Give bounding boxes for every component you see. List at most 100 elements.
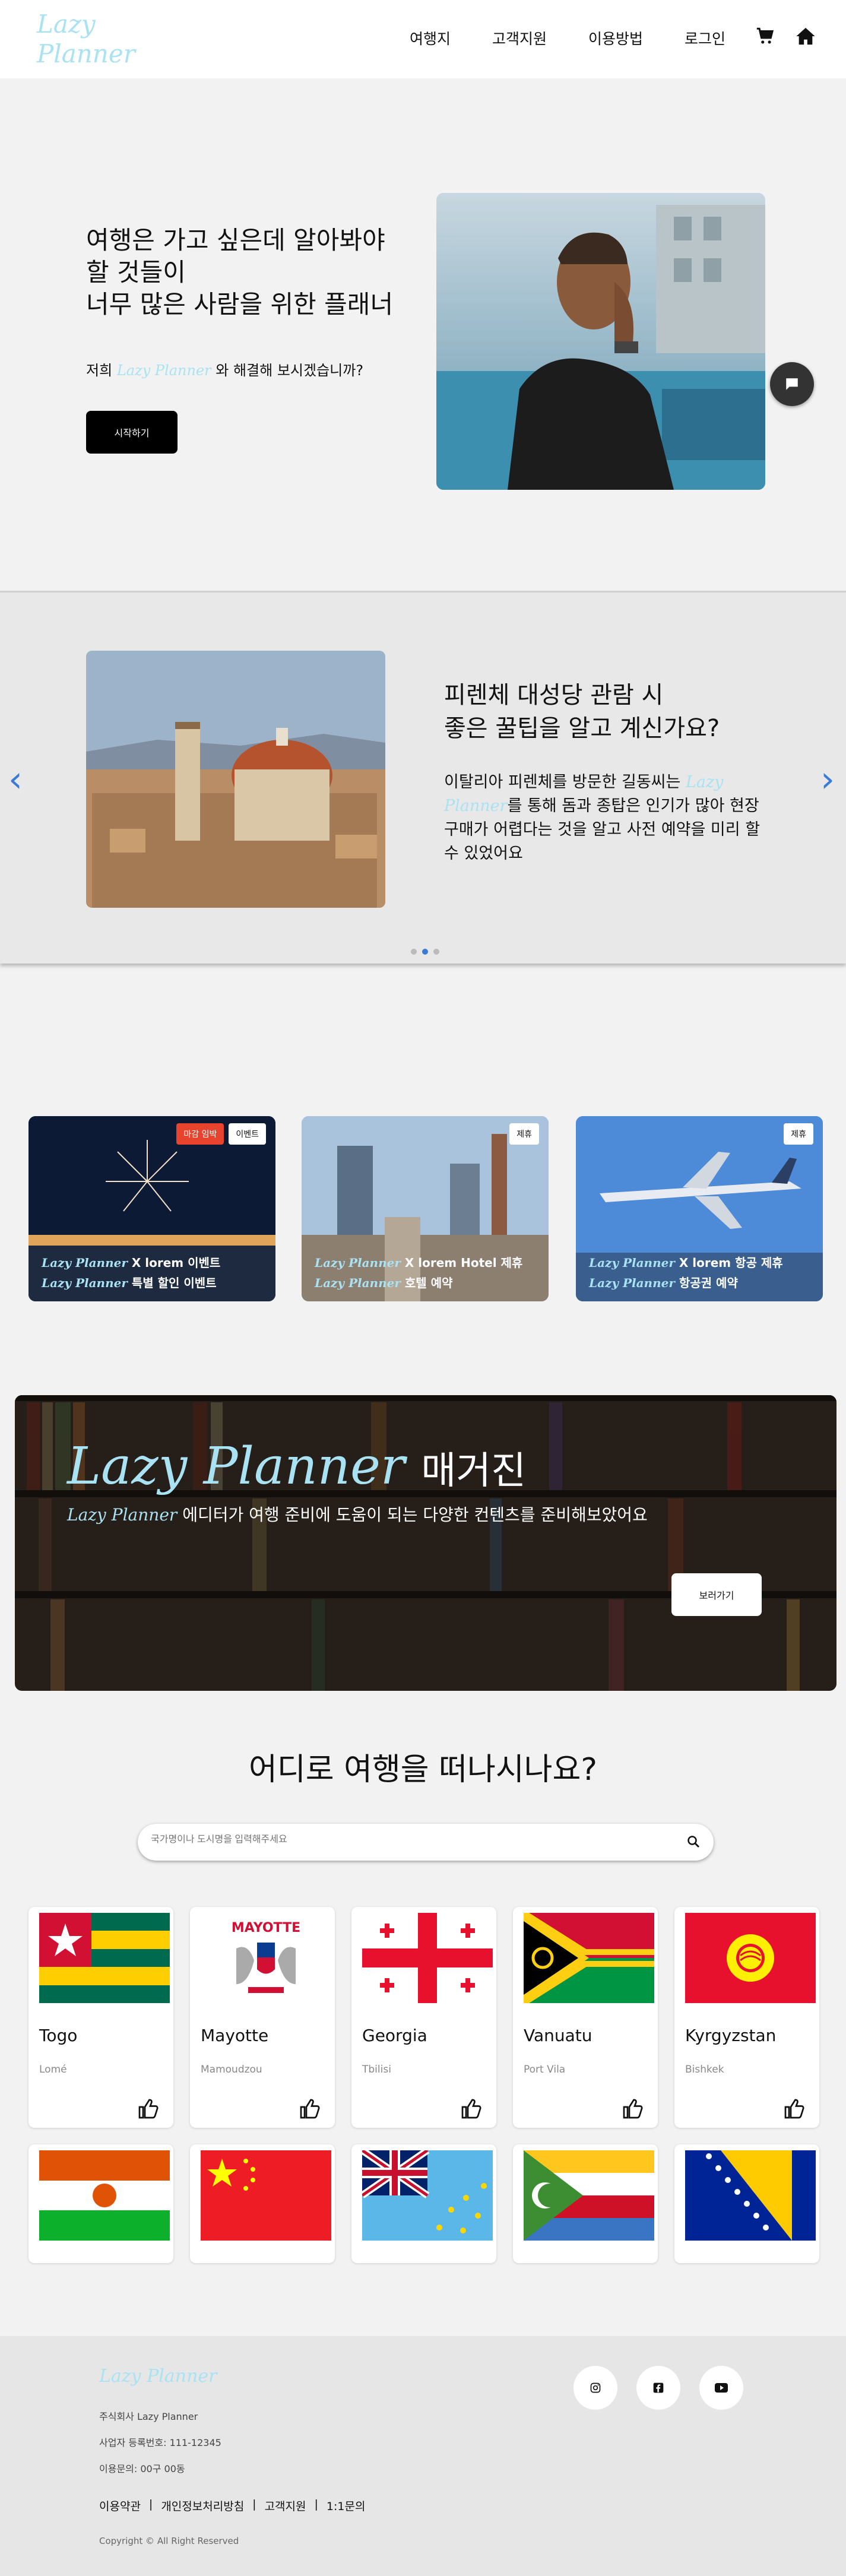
partner-tag: 제휴: [784, 1123, 813, 1145]
country-card[interactable]: Kyrgyzstan Bishkek: [674, 1907, 819, 2128]
nav-support[interactable]: 고객지원: [492, 27, 547, 49]
carousel-next-arrow[interactable]: ›: [820, 759, 835, 800]
footer-link-terms[interactable]: 이용약관: [99, 2498, 141, 2514]
carousel-prev-arrow[interactable]: ‹: [8, 759, 23, 800]
magazine-banner: Lazy Planner 매거진 Lazy Planner 에디터가 여행 준비…: [15, 1395, 837, 1691]
country-card[interactable]: Georgia Tbilisi: [351, 1907, 496, 2128]
footer-company: 주식회사 Lazy Planner: [99, 2411, 198, 2422]
country-card[interactable]: Togo Lomé: [28, 1907, 173, 2128]
search-bar: [138, 1824, 714, 1861]
facebook-icon: [653, 2382, 664, 2393]
country-card[interactable]: Vanuatu Port Vila: [513, 1907, 658, 2128]
tuvalu-flag: [362, 2150, 493, 2241]
country-capital: Tbilisi: [362, 2064, 391, 2076]
hero-subtitle: 저희 Lazy Planner 와 해결해 보시겠습니까?: [86, 359, 363, 379]
card-line: X lorem Hotel 제휴: [404, 1256, 523, 1270]
card-tags: 마감 임박 이벤트: [176, 1123, 266, 1145]
footer-link-inquiry[interactable]: 1:1문의: [327, 2498, 366, 2514]
country-card[interactable]: MAYOTTE Mayotte Mamoudzou: [190, 1907, 335, 2128]
carousel-dot[interactable]: [411, 949, 417, 955]
header: Lazy Planner 여행지 고객지원 이용방법 로그인: [0, 0, 846, 78]
vanuatu-flag: [524, 1913, 654, 2003]
country-name: Vanuatu: [524, 2026, 592, 2045]
partner-tag: 제휴: [509, 1123, 539, 1145]
carousel-dot[interactable]: [433, 949, 439, 955]
event-tag: 이벤트: [229, 1123, 266, 1145]
chat-button[interactable]: [770, 362, 814, 406]
footer-link-privacy[interactable]: 개인정보처리방침: [161, 2498, 244, 2514]
instagram-button[interactable]: [573, 2366, 617, 2410]
search-icon[interactable]: [686, 1834, 701, 1849]
logo[interactable]: Lazy Planner: [37, 9, 167, 69]
card-line: X lorem 이벤트: [131, 1256, 221, 1270]
nav-destinations[interactable]: 여행지: [410, 27, 451, 49]
footer: Lazy Planner 주식회사 Lazy Planner 사업자 등록번호:…: [0, 2336, 846, 2576]
kyrgyzstan-flag: [685, 1913, 816, 2003]
china-flag: [201, 2150, 331, 2241]
hero-sub-prefix: 저희: [86, 362, 113, 379]
country-card[interactable]: [28, 2144, 173, 2263]
card-line: 항공권 예약: [679, 1276, 738, 1290]
nav-how-to[interactable]: 이용방법: [588, 27, 643, 49]
youtube-icon: [715, 2383, 728, 2393]
carousel: 피렌체 대성당 관람 시 좋은 꿀팁을 알고 계신가요? 이탈리아 피렌체를 방…: [0, 591, 846, 964]
facebook-button[interactable]: [636, 2366, 680, 2410]
magazine-title: Lazy Planner 매거진: [67, 1437, 526, 1501]
country-name: Kyrgyzstan: [685, 2026, 777, 2045]
country-name: Mayotte: [201, 2026, 269, 2045]
togo-flag: [39, 1913, 170, 2003]
country-capital: Lomé: [39, 2064, 67, 2076]
carousel-title: 피렌체 대성당 관람 시 좋은 꿀팁을 알고 계신가요?: [444, 679, 777, 745]
footer-logo[interactable]: Lazy Planner: [99, 2366, 217, 2387]
card-caption: Lazy Planner X lorem 항공 제휴 Lazy Planner …: [589, 1253, 783, 1293]
country-capital: Port Vila: [524, 2064, 566, 2076]
hero-title-line: 할 것들이: [86, 258, 186, 287]
footer-copyright: Copyright © All Right Reserved: [99, 2536, 239, 2546]
comoros-flag: [524, 2150, 654, 2241]
promo-card-flight[interactable]: 제휴 Lazy Planner X lorem 항공 제휴 Lazy Plann…: [576, 1116, 823, 1301]
country-card[interactable]: [190, 2144, 335, 2263]
magazine-brand: Lazy Planner: [67, 1437, 405, 1496]
promo-card-hotel[interactable]: 제휴 Lazy Planner X lorem Hotel 제휴 Lazy Pl…: [302, 1116, 549, 1301]
deadline-tag: 마감 임박: [176, 1123, 224, 1145]
carousel-dots: [411, 949, 439, 955]
card-tags: 제휴: [509, 1123, 539, 1145]
country-card[interactable]: [674, 2144, 819, 2263]
country-capital: Mamoudzou: [201, 2064, 262, 2076]
carousel-dot[interactable]: [422, 949, 428, 955]
cart-icon[interactable]: [755, 26, 775, 46]
card-brand: Lazy Planner: [42, 1256, 128, 1270]
footer-contact: 이용문의: 00구 00동: [99, 2463, 185, 2474]
thumbs-up-icon[interactable]: [460, 2098, 483, 2119]
hero-title: 여행은 가고 싶은데 알아봐야 할 것들이 너무 많은 사람을 위한 플래너: [86, 224, 430, 321]
hero-title-line: 여행은 가고 싶은데 알아봐야: [86, 226, 385, 255]
card-brand: Lazy Planner: [315, 1256, 401, 1270]
carousel-text-prefix: 이탈리아 피렌체를 방문한 길동씨는: [444, 773, 681, 791]
footer-link-support[interactable]: 고객지원: [265, 2498, 306, 2514]
youtube-button[interactable]: [699, 2366, 743, 2410]
country-card[interactable]: [351, 2144, 496, 2263]
promo-card-event[interactable]: 마감 임박 이벤트 Lazy Planner X lorem 이벤트 Lazy …: [28, 1116, 275, 1301]
bosnia-flag: [685, 2150, 816, 2241]
home-icon[interactable]: [796, 26, 816, 46]
start-button[interactable]: 시작하기: [86, 411, 178, 454]
hero-sub-brand: Lazy Planner: [116, 362, 211, 379]
country-name: Georgia: [362, 2026, 427, 2045]
country-capital: Bishkek: [685, 2064, 724, 2076]
thumbs-up-icon[interactable]: [137, 2098, 160, 2119]
instagram-icon: [590, 2382, 601, 2393]
country-card[interactable]: [513, 2144, 658, 2263]
nav-login[interactable]: 로그인: [685, 27, 725, 49]
magazine-title-suffix: 매거진: [421, 1449, 527, 1493]
search-input[interactable]: [151, 1834, 667, 1845]
thumbs-up-icon[interactable]: [298, 2098, 322, 2119]
thumbs-up-icon[interactable]: [782, 2098, 806, 2119]
florence-image: [86, 651, 385, 908]
card-line: 호텔 예약: [404, 1276, 453, 1290]
magazine-sub-brand: Lazy Planner: [67, 1505, 178, 1525]
where-title: 어디로 여행을 떠나시나요?: [249, 1752, 597, 1788]
card-brand: Lazy Planner: [589, 1256, 675, 1270]
footer-links: 이용약관 | 개인정보처리방침 | 고객지원 | 1:1문의: [99, 2498, 366, 2514]
view-magazine-button[interactable]: 보러가기: [671, 1573, 762, 1616]
thumbs-up-icon[interactable]: [621, 2098, 645, 2119]
